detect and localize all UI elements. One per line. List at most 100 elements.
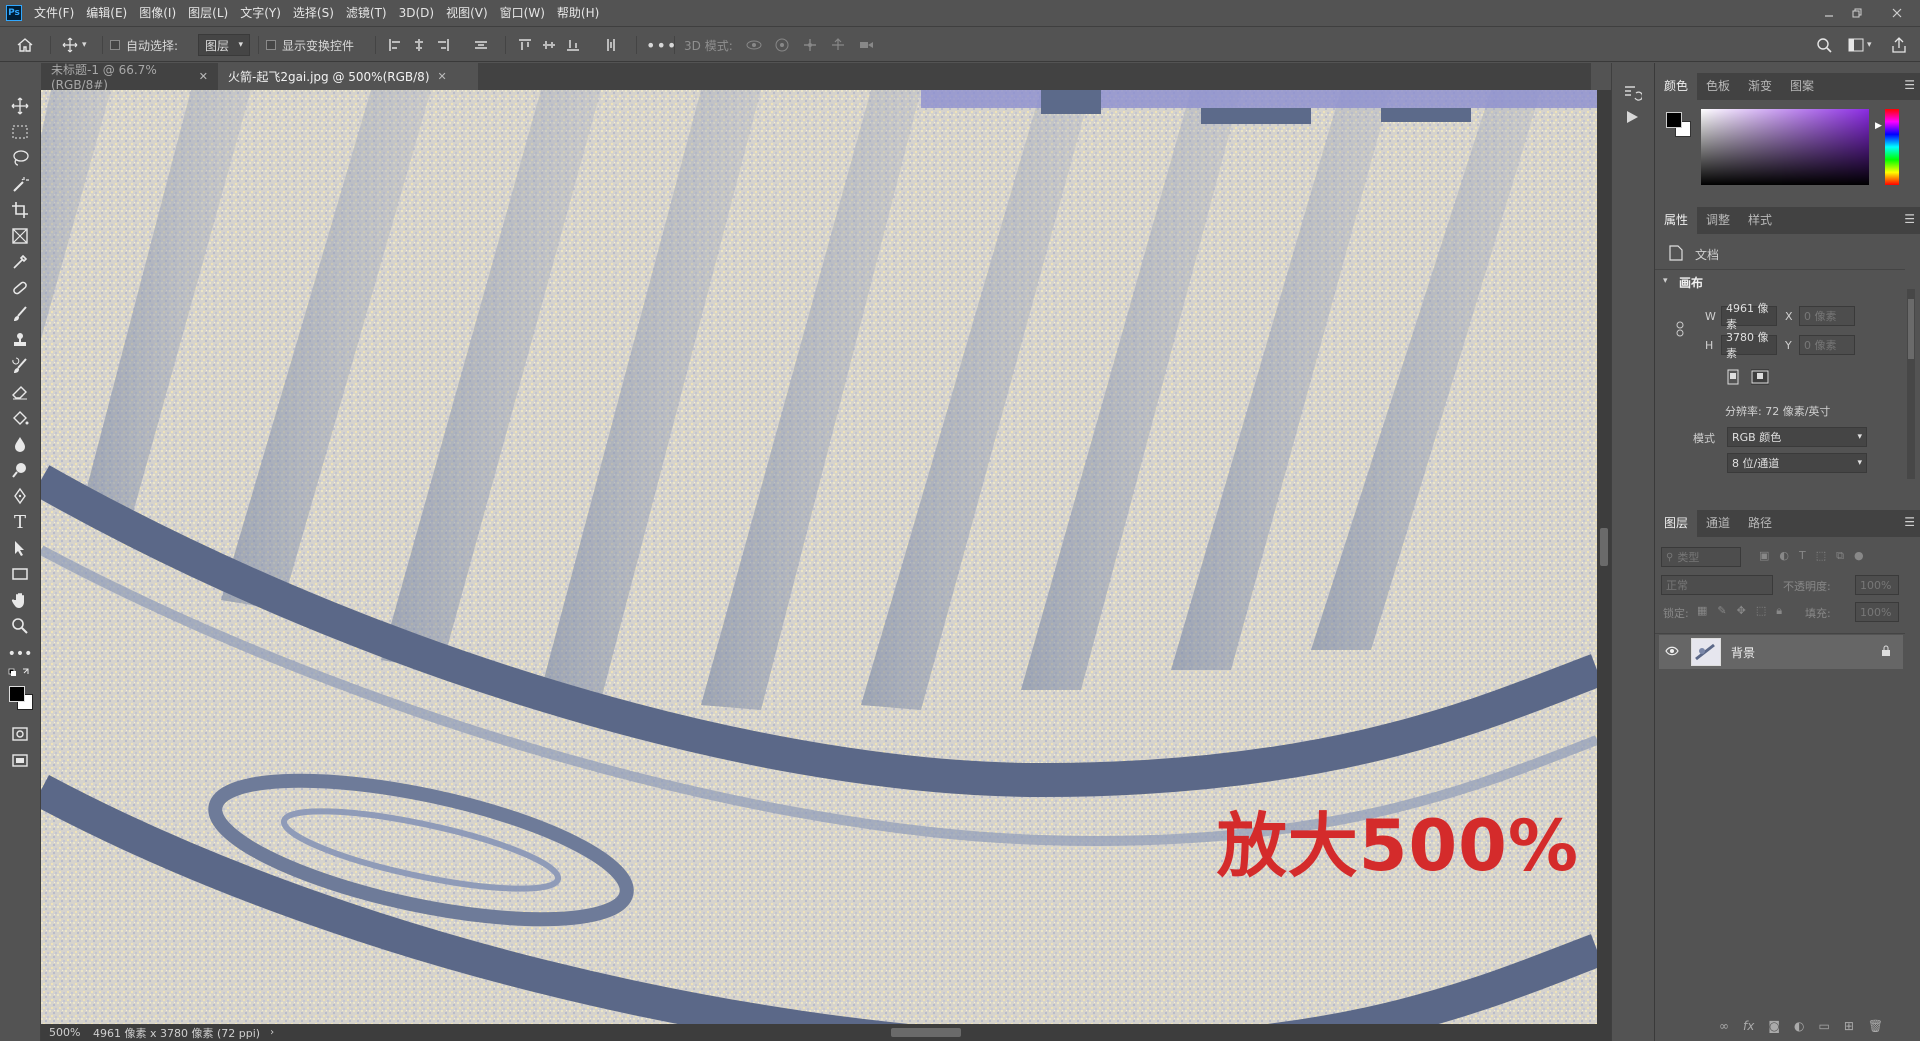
new-group-icon[interactable]: ▭ [1818,1019,1829,1033]
default-colors-button[interactable] [8,666,32,680]
tab-gradients[interactable]: 渐变 [1739,73,1781,100]
type-tool[interactable]: T [8,510,32,534]
tab-properties[interactable]: 属性 [1655,207,1698,234]
align-vcenter-icon[interactable] [542,38,556,52]
align-right-icon[interactable] [436,38,450,52]
lock-icon[interactable] [1881,645,1891,657]
add-mask-icon[interactable]: ◙ [1768,1019,1780,1033]
align-bottom-icon[interactable] [566,38,580,52]
bit-depth-dropdown[interactable]: 8 位/通道 ▾ [1727,453,1867,473]
chevron-down-icon[interactable]: ▾ [1663,276,1668,286]
crop-tool[interactable] [8,198,32,222]
pan-3d-icon[interactable] [802,38,818,52]
menu-window[interactable]: 窗口(W) [494,0,551,26]
tab-color[interactable]: 颜色 [1655,73,1698,100]
lasso-tool[interactable] [8,146,32,170]
zoom-tool[interactable] [8,614,32,638]
menu-edit[interactable]: 编辑(E) [80,0,133,26]
menu-view[interactable]: 视图(V) [440,0,494,26]
hue-slider[interactable] [1885,109,1899,185]
blend-mode-dropdown[interactable]: 正常 [1661,575,1773,595]
align-left-icon[interactable] [388,38,402,52]
pixel-filter-icon[interactable]: ▣ [1759,549,1769,563]
portrait-orientation-button[interactable] [1725,369,1741,385]
paint-bucket-tool[interactable] [8,406,32,430]
opacity-field[interactable]: 100% [1855,575,1899,595]
tab-untitled[interactable]: 未标题-1 @ 66.7%(RGB/8#) ✕ [41,63,218,92]
marquee-tool[interactable] [8,120,32,144]
tab-paths[interactable]: 路径 [1739,510,1781,537]
eye-icon[interactable] [1665,645,1679,657]
fill-field[interactable]: 100% [1855,602,1899,622]
new-layer-icon[interactable]: ⊞ [1844,1019,1854,1033]
move-tool[interactable] [8,94,32,118]
distribute-icon[interactable] [474,38,488,52]
panel-menu-icon[interactable]: ☰ [1904,515,1915,529]
workspace-button[interactable]: ▾ [1848,27,1872,63]
type-filter-icon[interactable]: T [1799,549,1806,563]
color-picker-field[interactable] [1701,109,1869,185]
y-field[interactable]: 0 像素 [1799,335,1855,355]
lock-position-icon[interactable]: ✥ [1737,604,1746,618]
canvas-vertical-scrollbar[interactable] [1597,90,1611,1024]
foreground-color-swatch[interactable] [9,686,25,702]
menu-image[interactable]: 图像(I) [133,0,182,26]
color-panel-swatches[interactable] [1665,111,1693,139]
close-window-button[interactable] [1884,0,1910,26]
show-transform-checkbox[interactable]: 显示变换控件 [266,27,354,63]
path-selection-tool[interactable] [8,536,32,560]
frame-tool[interactable] [8,224,32,248]
align-hcenter-icon[interactable] [412,38,426,52]
checkbox-box[interactable] [110,40,120,50]
tab-patterns[interactable]: 图案 [1781,73,1823,100]
fx-icon[interactable]: fx [1743,1019,1754,1033]
adjustment-layer-icon[interactable]: ◐ [1794,1019,1804,1033]
tab-styles[interactable]: 样式 [1739,207,1781,234]
actions-panel-button[interactable] [1624,109,1640,125]
height-field[interactable]: 3780 像素 [1721,331,1777,360]
pen-tool[interactable] [8,484,32,508]
lock-artboard-icon[interactable]: ⬚ [1756,604,1766,618]
close-tab-icon[interactable]: ✕ [438,70,447,83]
close-tab-icon[interactable]: ✕ [199,70,208,83]
blur-tool[interactable] [8,432,32,456]
foreground-color-swatch[interactable] [1666,112,1682,128]
landscape-orientation-button[interactable] [1751,369,1769,385]
magic-wand-tool[interactable] [8,172,32,196]
width-field[interactable]: 4961 像素 [1721,302,1777,331]
clone-stamp-tool[interactable] [8,328,32,352]
more-options-button[interactable]: ••• [646,27,677,63]
quick-mask-button[interactable] [8,722,32,746]
scale-3d-icon[interactable] [858,38,874,52]
roll-3d-icon[interactable] [774,38,790,52]
shape-filter-icon[interactable]: ⬚ [1816,549,1826,563]
tab-rocket[interactable]: 火箭-起飞2gai.jpg @ 500%(RGB/8) ✕ [218,63,478,90]
menu-help[interactable]: 帮助(H) [551,0,605,26]
smart-object-filter-icon[interactable]: ⧉ [1836,549,1844,563]
brush-tool[interactable] [8,302,32,326]
scroll-thumb[interactable] [1908,299,1914,359]
rectangle-tool[interactable] [8,562,32,586]
link-dimensions-icon[interactable] [1675,321,1685,337]
auto-select-checkbox[interactable]: 自动选择: [110,27,178,63]
hand-tool[interactable] [8,588,32,612]
menu-file[interactable]: 文件(F) [28,0,80,26]
auto-select-dropdown[interactable]: 图层 ▾ [198,27,250,63]
menu-3d[interactable]: 3D(D) [393,0,440,26]
auto-select-value-box[interactable]: 图层 ▾ [198,34,250,56]
distribute-vertical-icon[interactable] [604,38,618,52]
history-brush-tool[interactable] [8,354,32,378]
orbit-3d-icon[interactable] [746,38,762,52]
share-button[interactable] [1892,27,1906,63]
healing-brush-tool[interactable] [8,276,32,300]
tab-adjustments[interactable]: 调整 [1697,207,1739,234]
slide-3d-icon[interactable] [830,38,846,52]
menu-filter[interactable]: 滤镜(T) [340,0,393,26]
layer-name[interactable]: 背景 [1731,644,1755,661]
panel-menu-icon[interactable]: ☰ [1904,78,1915,92]
tab-channels[interactable]: 通道 [1697,510,1739,537]
lock-all-icon[interactable]: 🔒︎ [1776,604,1782,618]
lock-image-icon[interactable]: ✎ [1717,604,1726,618]
menu-select[interactable]: 选择(S) [287,0,340,26]
zoom-level[interactable]: 500% [49,1026,93,1039]
